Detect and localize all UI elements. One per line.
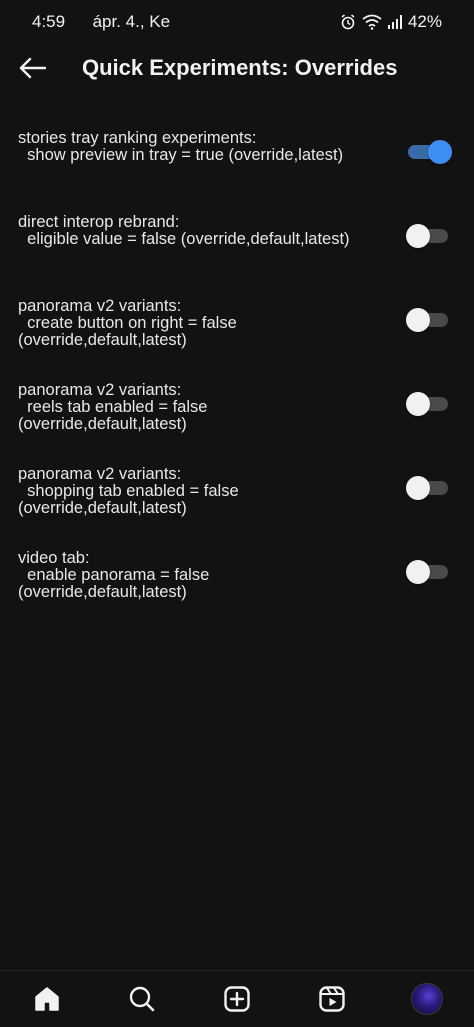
signal-icon — [387, 15, 402, 29]
create-icon — [224, 986, 250, 1012]
override-label: panorama v2 variants: create button on r… — [18, 297, 237, 349]
arrow-left-icon — [19, 57, 46, 79]
list-item[interactable]: panorama v2 variants: create button on r… — [0, 298, 474, 382]
toggle-switch[interactable] — [406, 560, 450, 584]
status-left: 4:59 ápr. 4., Ke — [32, 12, 170, 32]
home-icon — [35, 987, 60, 1011]
status-date: ápr. 4., Ke — [92, 12, 171, 31]
toggle-switch[interactable] — [406, 392, 450, 416]
status-right: 42% — [340, 12, 442, 32]
toggle-switch[interactable] — [406, 224, 450, 248]
override-label: direct interop rebrand: eligible value =… — [18, 213, 350, 248]
page-title: Quick Experiments: Overrides — [82, 55, 398, 80]
toggle-thumb — [406, 392, 430, 416]
list-item[interactable]: video tab: enable panorama = false (over… — [0, 550, 474, 634]
nav-search[interactable] — [118, 975, 166, 1023]
status-time: 4:59 — [32, 12, 66, 31]
nav-profile[interactable] — [403, 975, 451, 1023]
wifi-icon — [362, 14, 382, 30]
override-label: stories tray ranking experiments: show p… — [18, 129, 344, 164]
search-icon — [129, 986, 155, 1012]
list-item[interactable]: panorama v2 variants: reels tab enabled … — [0, 382, 474, 466]
list-item[interactable]: stories tray ranking experiments: show p… — [0, 130, 474, 214]
toggle-switch[interactable] — [406, 308, 450, 332]
back-button[interactable] — [0, 44, 64, 92]
toggle-thumb — [428, 140, 452, 164]
battery-level: 42% — [407, 12, 442, 31]
reels-icon — [319, 986, 345, 1012]
list-item[interactable]: direct interop rebrand: eligible value =… — [0, 214, 474, 298]
override-label: panorama v2 variants: shopping tab enabl… — [18, 465, 239, 517]
list-item[interactable]: panorama v2 variants: shopping tab enabl… — [0, 466, 474, 550]
toggle-thumb — [406, 476, 430, 500]
toggle-switch[interactable] — [406, 476, 450, 500]
override-label: panorama v2 variants: reels tab enabled … — [18, 381, 208, 433]
profile-avatar — [410, 983, 443, 1015]
nav-create[interactable] — [213, 975, 261, 1023]
toggle-thumb — [406, 224, 430, 248]
status-bar: 4:59 ápr. 4., Ke 42% — [0, 0, 474, 44]
toggle-thumb — [406, 560, 430, 584]
toggle-switch[interactable] — [408, 140, 452, 164]
alarm-icon — [341, 14, 355, 30]
bottom-nav — [0, 970, 474, 1027]
override-list: stories tray ranking experiments: show p… — [0, 130, 474, 634]
toggle-thumb — [406, 308, 430, 332]
app-bar: Quick Experiments: Overrides — [0, 44, 474, 92]
nav-reels[interactable] — [308, 975, 356, 1023]
override-label: video tab: enable panorama = false (over… — [18, 549, 210, 601]
nav-home[interactable] — [23, 975, 71, 1023]
